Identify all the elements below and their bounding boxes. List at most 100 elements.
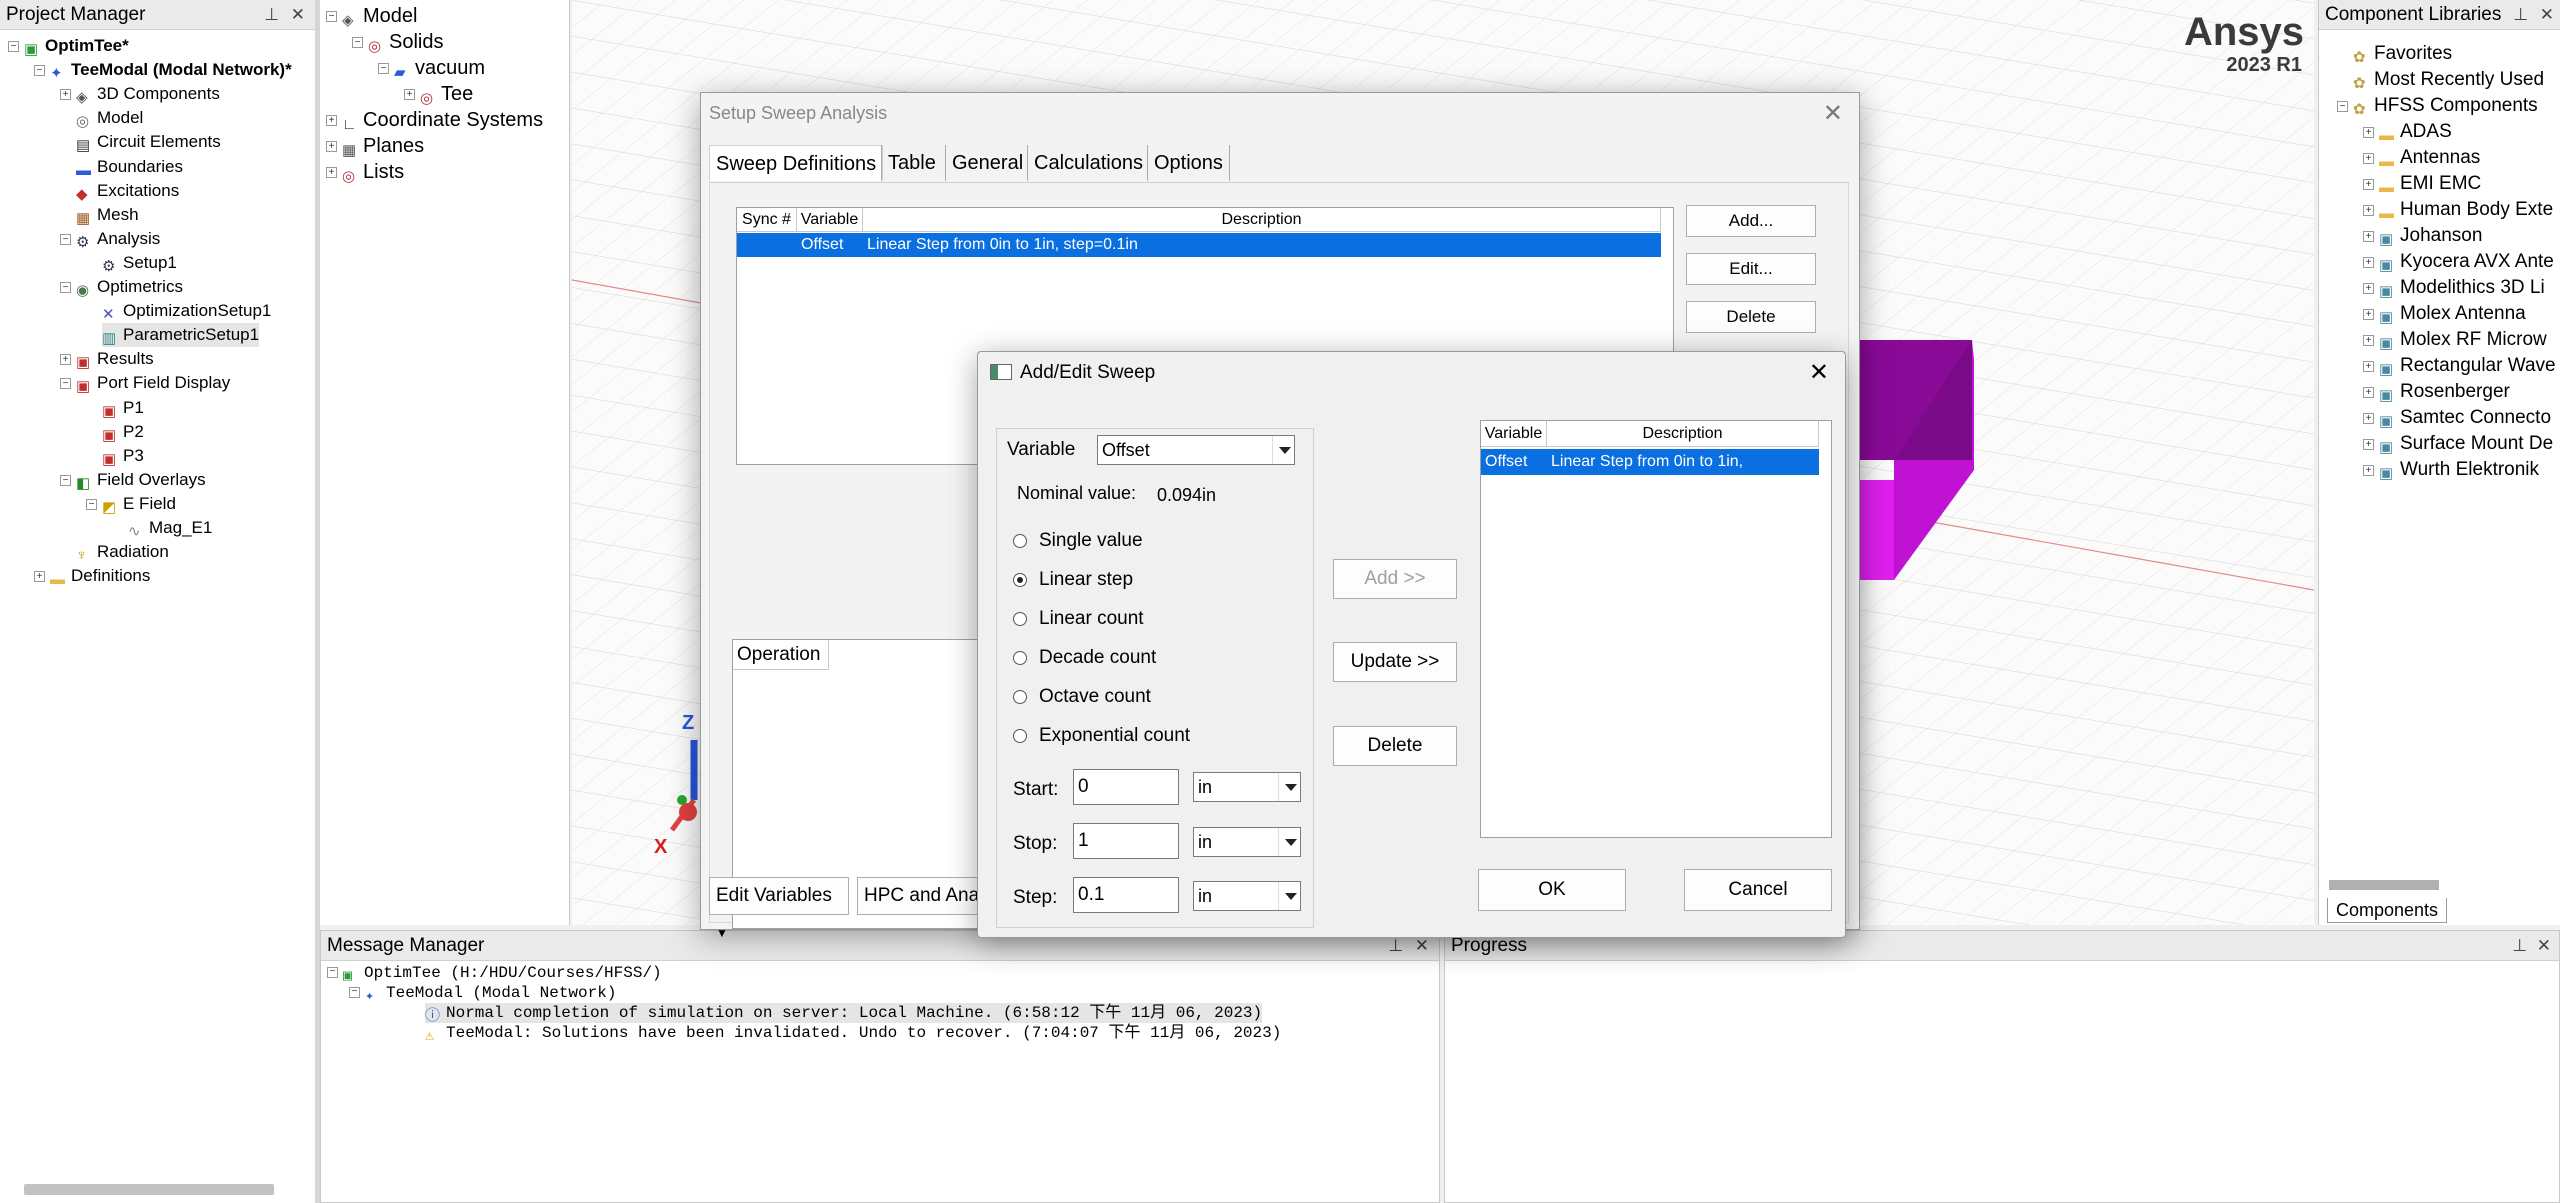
tree-item[interactable]: ∿ Mag_E1 — [128, 516, 212, 540]
close-icon[interactable]: ✕ — [291, 0, 305, 30]
tree-item[interactable]: ▣ P1 — [102, 396, 144, 420]
library-item[interactable]: + ▣ Kyocera AVX Ante — [2363, 250, 2554, 274]
library-item[interactable]: − ✿ HFSS Components — [2337, 94, 2538, 118]
close-icon[interactable]: ✕ — [2540, 0, 2554, 30]
model-tree-item[interactable]: − ◎ Solids — [352, 30, 443, 55]
collapse-toggle-icon[interactable]: − — [2337, 101, 2348, 112]
tree-item[interactable]: ♆ Radiation — [76, 540, 169, 564]
close-icon[interactable]: ✕ — [2537, 931, 2551, 961]
model-tree-item[interactable]: − ▰ vacuum — [378, 56, 485, 81]
add-button[interactable]: Add... — [1686, 205, 1816, 237]
expand-toggle-icon[interactable]: + — [60, 89, 71, 101]
expand-toggle-icon[interactable]: + — [326, 141, 337, 152]
message-line[interactable]: ⓘ Normal completion of simulation on serv… — [425, 1003, 1263, 1025]
hpc-analysis-button[interactable]: HPC and Ana — [857, 877, 997, 915]
table-row[interactable]: Offset Linear Step from 0in to 1in, step… — [737, 233, 1661, 257]
expand-toggle-icon[interactable]: + — [2363, 439, 2374, 450]
expand-toggle-icon[interactable]: + — [2363, 465, 2374, 476]
tree-item[interactable]: ◎ Model — [76, 106, 143, 130]
collapse-toggle-icon[interactable]: − — [349, 987, 360, 998]
tree-item[interactable]: ▣ P3 — [102, 444, 144, 468]
expand-toggle-icon[interactable]: + — [2363, 361, 2374, 372]
tab-table[interactable]: Table — [881, 145, 942, 181]
tree-item[interactable]: ◆ Excitations — [76, 179, 179, 203]
library-item[interactable]: + ▣ Wurth Elektronik — [2363, 458, 2539, 482]
delete-button[interactable]: Delete — [1686, 301, 1816, 333]
table-row[interactable]: Offset Linear Step from 0in to 1in, step… — [1481, 449, 1819, 496]
library-item[interactable]: + ▬ EMI EMC — [2363, 172, 2481, 196]
expand-toggle-icon[interactable]: + — [2363, 153, 2374, 164]
col-description[interactable]: Description — [863, 208, 1661, 232]
expand-toggle-icon[interactable]: + — [2363, 205, 2374, 216]
edit-variables-button[interactable]: Edit Variables ▼ — [709, 877, 849, 940]
tree-item[interactable]: ▦ Mesh — [76, 203, 139, 227]
tree-item[interactable]: − ◉ Optimetrics — [60, 275, 183, 299]
tree-item[interactable]: − ✦ TeeModal (Modal Network)* — [34, 58, 292, 82]
library-item[interactable]: + ▣ Samtec Connecto — [2363, 406, 2551, 430]
step-unit-select[interactable]: in — [1193, 881, 1301, 911]
tab-calculations[interactable]: Calculations — [1027, 145, 1149, 181]
col-description[interactable]: Description — [1547, 421, 1819, 447]
radio-linear-step[interactable]: Linear step — [1013, 568, 1133, 592]
library-item[interactable]: + ▣ Johanson — [2363, 224, 2482, 248]
tree-item[interactable]: ▤ Circuit Elements — [76, 130, 221, 154]
collapse-toggle-icon[interactable]: − — [352, 37, 363, 48]
model-tree-item[interactable]: + ∟ Coordinate Systems — [326, 108, 543, 133]
close-icon[interactable]: ✕ — [1823, 99, 1843, 128]
pin-icon[interactable]: ⊥ — [264, 0, 279, 30]
edit-button[interactable]: Edit... — [1686, 253, 1816, 285]
tree-item[interactable]: ✕ OptimizationSetup1 — [102, 299, 271, 323]
stop-input[interactable]: 1 — [1073, 823, 1179, 859]
start-input[interactable]: 0 — [1073, 769, 1179, 805]
library-item[interactable]: + ▣ Surface Mount De — [2363, 432, 2553, 456]
delete-sweep-button[interactable]: Delete — [1333, 726, 1457, 766]
expand-toggle-icon[interactable]: + — [2363, 335, 2374, 346]
library-item[interactable]: + ▬ Antennas — [2363, 146, 2480, 170]
stop-unit-select[interactable]: in — [1193, 827, 1301, 857]
ok-button[interactable]: OK — [1478, 869, 1626, 911]
model-tree-item[interactable]: + ◎ Tee — [404, 82, 473, 107]
radio-exponential-count[interactable]: Exponential count — [1013, 724, 1190, 748]
tree-item[interactable]: ▣ P2 — [102, 420, 144, 444]
message-line[interactable]: − ▣ OptimTee (H:/HDU/Courses/HFSS/) — [327, 963, 662, 985]
expand-toggle-icon[interactable]: + — [2363, 387, 2374, 398]
expand-toggle-icon[interactable]: + — [326, 115, 337, 126]
expand-toggle-icon[interactable]: + — [326, 167, 337, 178]
expand-toggle-icon[interactable]: + — [2363, 413, 2374, 424]
update-sweep-button[interactable]: Update >> — [1333, 642, 1457, 682]
tab-sweep-definitions[interactable]: Sweep Definitions — [709, 145, 884, 181]
cancel-button[interactable]: Cancel — [1684, 869, 1832, 911]
tab-options[interactable]: Options — [1147, 145, 1230, 181]
col-variable[interactable]: Variable — [797, 208, 863, 232]
radio-octave-count[interactable]: Octave count — [1013, 685, 1151, 709]
col-variable[interactable]: Variable — [1481, 421, 1547, 447]
model-tree-item[interactable]: + ◎ Lists — [326, 160, 404, 185]
close-icon[interactable]: ✕ — [1809, 358, 1829, 387]
library-item[interactable]: + ▣ Rectangular Wave — [2363, 354, 2556, 378]
tree-item[interactable]: + ◈ 3D Components — [60, 82, 220, 106]
expand-toggle-icon[interactable]: + — [2363, 127, 2374, 138]
message-line[interactable]: ⚠ TeeModal: Solutions have been invalidat… — [425, 1023, 1281, 1045]
add-sweep-button[interactable]: Add >> — [1333, 559, 1457, 599]
step-input[interactable]: 0.1 — [1073, 877, 1179, 913]
library-item[interactable]: + ▣ Molex Antenna — [2363, 302, 2526, 326]
radio-linear-count[interactable]: Linear count — [1013, 607, 1144, 631]
expand-toggle-icon[interactable]: + — [2363, 231, 2374, 242]
tree-item[interactable]: ▥ ParametricSetup1 — [102, 323, 260, 348]
collapse-toggle-icon[interactable]: − — [378, 63, 389, 74]
collapse-toggle-icon[interactable]: − — [326, 11, 337, 22]
library-item[interactable]: + ▬ ADAS — [2363, 120, 2452, 144]
tree-item[interactable]: − ◩ E Field — [86, 492, 176, 516]
collapse-toggle-icon[interactable]: − — [86, 498, 97, 510]
expand-toggle-icon[interactable]: + — [2363, 283, 2374, 294]
tree-item[interactable]: − ▣ Port Field Display — [60, 371, 230, 395]
expand-toggle-icon[interactable]: + — [2363, 309, 2374, 320]
tree-item[interactable]: − ▣ OptimTee* — [8, 34, 129, 58]
library-item[interactable]: ✿ Most Recently Used — [2353, 68, 2544, 92]
pin-icon[interactable]: ⊥ — [2512, 931, 2527, 961]
collapse-toggle-icon[interactable]: − — [8, 41, 19, 52]
library-item[interactable]: ✿ Favorites — [2353, 42, 2452, 66]
tree-item[interactable]: ▬ Boundaries — [76, 155, 183, 179]
col-operation[interactable]: Operation — [733, 640, 829, 670]
tree-item[interactable]: ⚙ Setup1 — [102, 251, 177, 275]
